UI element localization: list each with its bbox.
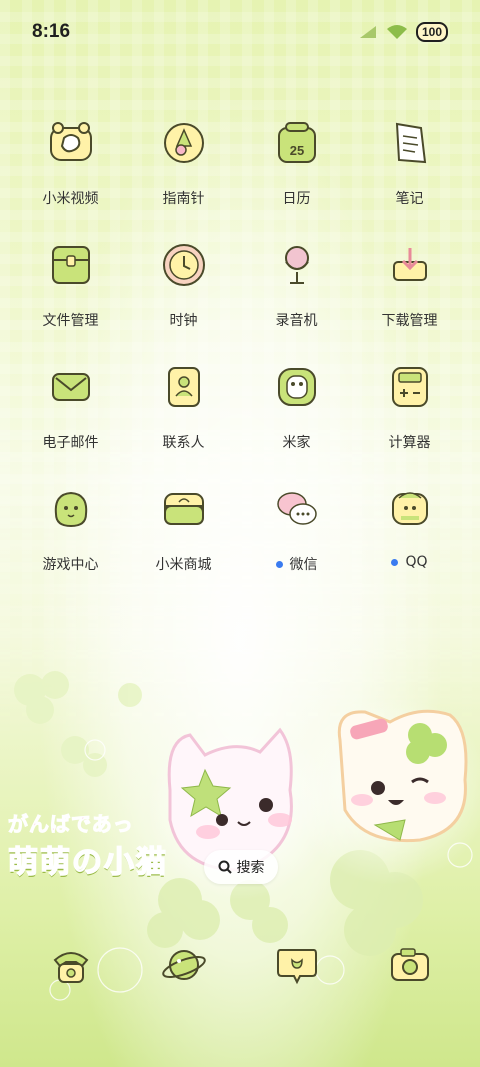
compass-icon: [159, 118, 209, 168]
app-notes[interactable]: 笔记: [353, 118, 466, 240]
messages-icon[interactable]: [272, 940, 322, 990]
app-label: 小米视频: [42, 191, 99, 207]
app-label: 指南针: [162, 191, 205, 207]
app-qq[interactable]: QQ: [353, 484, 466, 606]
wechat-icon: [272, 484, 322, 534]
status-bar: 8:16 100: [0, 0, 480, 64]
camera-icon[interactable]: [385, 940, 435, 990]
calendar-icon: 25: [272, 118, 322, 168]
app-label: 文件管理: [42, 313, 99, 329]
search-label: 搜索: [236, 860, 265, 876]
app-contacts[interactable]: 联系人: [127, 362, 240, 484]
wallpaper-logo-line2: 萌萌の小猫: [7, 844, 168, 881]
app-wechat[interactable]: 微信: [240, 484, 353, 606]
app-clock[interactable]: 时钟: [127, 240, 240, 362]
search-button[interactable]: 搜索: [204, 850, 278, 884]
mijia-icon: [272, 362, 322, 412]
app-label: 微信: [275, 554, 318, 574]
app-label: 笔记: [395, 191, 424, 207]
app-recorder[interactable]: 录音机: [240, 240, 353, 362]
signal-bars-icon: [359, 26, 376, 38]
app-label: 游戏中心: [42, 557, 99, 573]
notification-dot: [275, 560, 283, 568]
app-mijia[interactable]: 米家: [240, 362, 353, 484]
app-xiaomi-video[interactable]: 小米视频: [14, 118, 127, 240]
game-center-icon: [46, 484, 96, 534]
clock-icon: [159, 240, 209, 290]
status-icons: 100: [358, 22, 448, 42]
app-file-manager[interactable]: 文件管理: [14, 240, 127, 362]
app-download-manager[interactable]: 下载管理: [353, 240, 466, 362]
notification-dot: [391, 558, 399, 566]
mail-icon: [46, 362, 96, 412]
app-label: 日历: [282, 191, 311, 207]
status-time: 8:16: [32, 21, 71, 42]
app-label: 小米商城: [155, 557, 212, 573]
contacts-icon: [159, 362, 209, 412]
app-label: 米家: [282, 435, 311, 451]
app-label: 联系人: [162, 435, 205, 451]
wallpaper-logo-line1: がんばであっ: [8, 812, 134, 837]
microphone-icon: [272, 240, 322, 290]
app-label: 下载管理: [381, 313, 438, 329]
app-calculator[interactable]: 计算器: [353, 362, 466, 484]
wifi-icon: [386, 25, 407, 39]
download-icon: [385, 240, 435, 290]
app-label: 计算器: [388, 435, 431, 451]
mall-icon: [159, 484, 209, 534]
calendar-day: 25: [289, 143, 303, 158]
qq-icon: [385, 484, 435, 534]
browser-planet-icon[interactable]: [159, 940, 209, 990]
app-game-center[interactable]: 游戏中心: [14, 484, 127, 606]
app-compass[interactable]: 指南针: [127, 118, 240, 240]
battery-indicator: 100: [415, 22, 448, 42]
search-icon: [218, 860, 232, 874]
app-calendar[interactable]: 25 日历: [240, 118, 353, 240]
calculator-icon: [385, 362, 435, 412]
app-label: QQ: [391, 554, 428, 570]
notes-icon: [385, 118, 435, 168]
app-label: 时钟: [169, 313, 198, 329]
app-email[interactable]: 电子邮件: [14, 362, 127, 484]
cats-illustration: [150, 700, 480, 900]
folder-icon: [46, 240, 96, 290]
phone-icon[interactable]: [46, 940, 96, 990]
wallpaper-logo: がんばであっ 萌萌の小猫: [7, 808, 168, 881]
app-grid: 小米视频 指南针 25 日历 笔记 文件管理 时钟 录音机 下载管理 电子邮件 …: [14, 118, 466, 606]
app-xiaomi-mall[interactable]: 小米商城: [127, 484, 240, 606]
app-label: 电子邮件: [42, 435, 99, 451]
video-icon: [46, 118, 96, 168]
app-label: 录音机: [275, 313, 318, 329]
dock: [14, 940, 466, 990]
